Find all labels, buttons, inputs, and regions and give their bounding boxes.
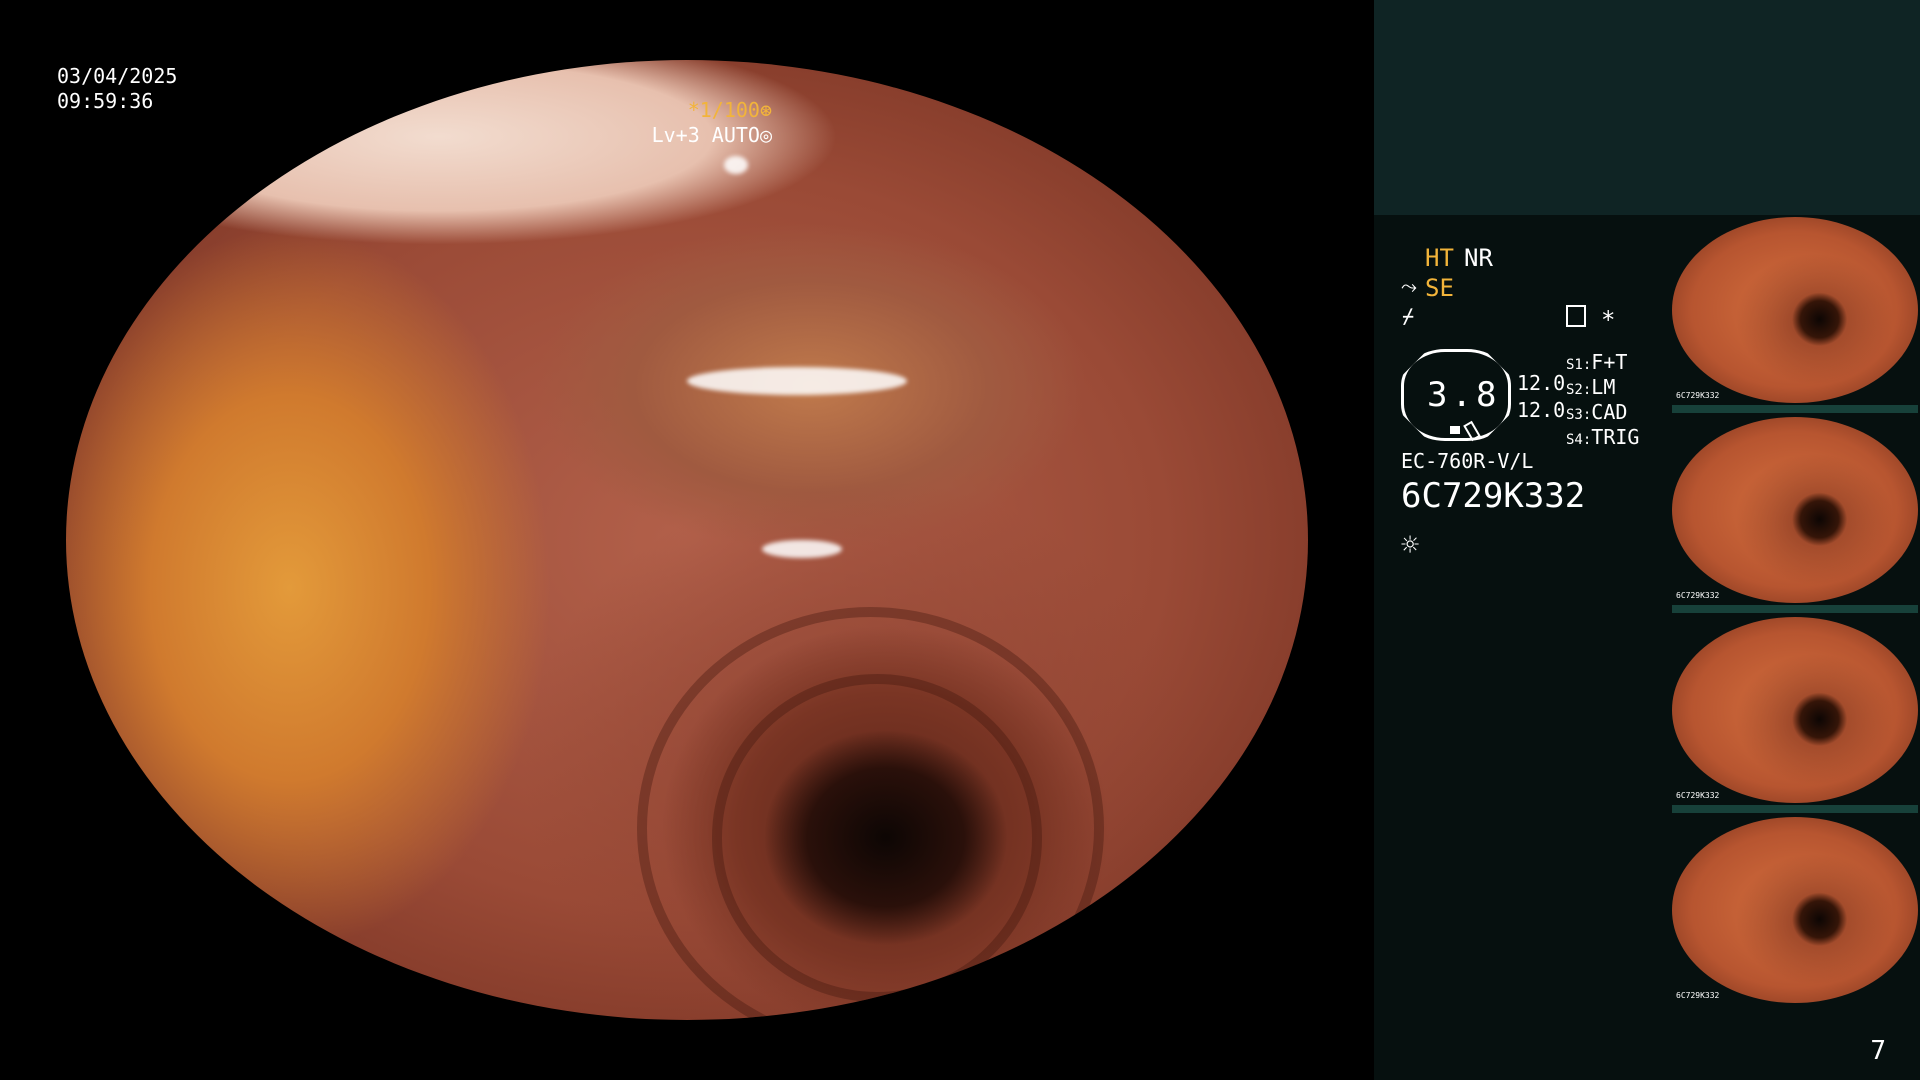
thumbnail-label: 6C729K332 — [1676, 791, 1720, 800]
zoom-marker-icon — [1450, 426, 1460, 434]
thumbnail-image[interactable] — [1672, 217, 1918, 403]
thumbnail-image[interactable] — [1672, 817, 1918, 1003]
switch-key: S1: — [1566, 357, 1592, 373]
switch-value: LM — [1591, 375, 1616, 399]
scope-model: EC-760R-V/L — [1401, 449, 1534, 473]
switch-key: S2: — [1566, 382, 1592, 398]
thumbnail-divider — [1672, 605, 1918, 613]
brightness-level: Lv+3 AUTO◎ — [651, 123, 772, 147]
thumbnail-label: 6C729K332 — [1676, 591, 1720, 600]
switch-key: S3: — [1566, 407, 1592, 423]
exposure-settings: *1/100⊛ Lv+3 AUTO◎ — [652, 98, 772, 148]
zoom-value: 3.8 — [1427, 375, 1501, 415]
thumbnail-image[interactable] — [1672, 617, 1918, 803]
switch-s2: S2:LM — [1566, 375, 1615, 399]
thumbnail-divider — [1672, 805, 1918, 813]
switch-s3: S3:CAD — [1566, 400, 1627, 424]
ht-indicator: HT — [1425, 244, 1454, 272]
time-text: 09:59:36 — [57, 89, 154, 113]
thumbnail-label: 6C729K332 — [1676, 391, 1720, 400]
light-reflection — [761, 540, 842, 558]
light-reflection — [724, 156, 749, 174]
light-reflection — [687, 367, 907, 396]
thumbnail-image[interactable] — [1672, 417, 1918, 603]
date-text: 03/04/2025 — [57, 64, 178, 88]
nr-indicator: NR — [1464, 244, 1493, 272]
mucosal-fold — [711, 674, 1043, 1002]
switch-value: CAD — [1591, 400, 1628, 424]
se-indicator: SE — [1425, 274, 1454, 302]
thumbnail-strip: 6C729K332 6C729K332 6C729K332 6C729K332 — [1668, 215, 1920, 1015]
thumbnail-divider — [1672, 405, 1918, 413]
timestamp: 03/04/2025 09:59:36 — [57, 64, 177, 114]
switch-value: F+T — [1591, 350, 1628, 374]
panel-header-area — [1374, 0, 1920, 215]
endoscope-main-view: 03/04/2025 09:59:36 *1/100⊛ Lv+3 AUTO◎ — [0, 0, 1374, 1080]
value-a: 12.0 — [1517, 371, 1566, 395]
function-icon: ⌿ — [1402, 304, 1415, 328]
scope-serial: 6C729K332 — [1401, 476, 1586, 516]
switch-s1: S1:F+T — [1566, 350, 1627, 374]
shutter-speed: *1/100⊛ — [687, 98, 772, 122]
brightness-icon: ☼ — [1401, 528, 1420, 563]
switch-value: TRIG — [1591, 425, 1640, 449]
page-number: 7 — [1870, 1036, 1886, 1066]
se-icon: ⤳ — [1401, 274, 1417, 298]
value-b: 12.0 — [1517, 398, 1566, 422]
switch-s4: S4:TRIG — [1566, 425, 1639, 449]
menu-icon — [1566, 305, 1586, 327]
endoscopy-image — [66, 60, 1308, 1020]
switch-key: S4: — [1566, 432, 1592, 448]
star-indicator: * — [1601, 306, 1616, 334]
thumbnail-label: 6C729K332 — [1676, 991, 1720, 1000]
